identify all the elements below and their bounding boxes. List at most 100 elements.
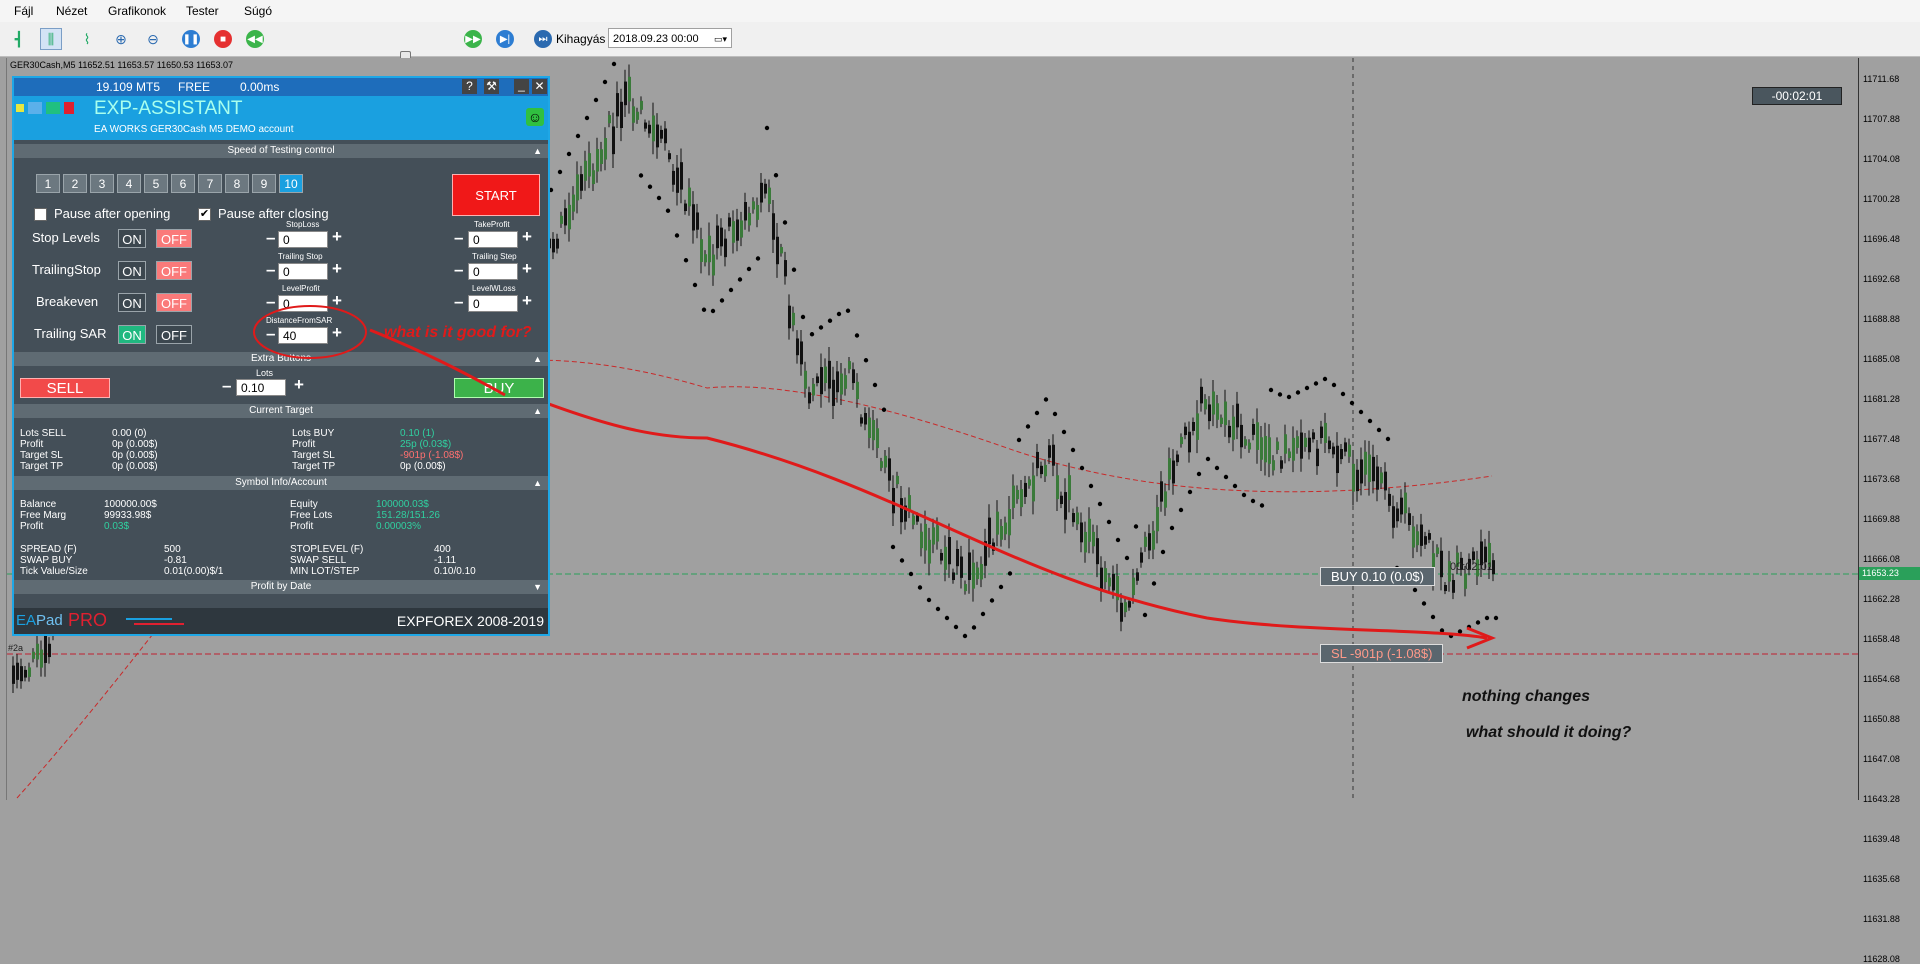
lots-input[interactable]: 0.10	[236, 379, 286, 396]
sar-dot	[683, 258, 689, 263]
smiley-status-icon[interactable]: ☺	[526, 108, 544, 126]
sar-dot	[1277, 392, 1283, 397]
trailing-stop-label: TrailingStop	[32, 262, 101, 277]
speed-btn-4[interactable]: 4	[117, 174, 141, 193]
speed-btn-6[interactable]: 6	[171, 174, 195, 193]
expand-arrow-icon[interactable]: ▼	[533, 580, 542, 594]
lots-minus[interactable]: –	[222, 376, 231, 396]
sell-button[interactable]: SELL	[20, 378, 110, 398]
menu-file[interactable]: Fájl	[14, 4, 33, 18]
skip-end-icon[interactable]: ▶|	[494, 28, 516, 50]
collapse-arrow-icon[interactable]: ▲	[533, 476, 542, 490]
stoploss-plus[interactable]: +	[332, 227, 342, 247]
profit-by-date-header[interactable]: Profit by Date ▼	[14, 580, 548, 594]
candle-body	[776, 236, 779, 265]
stop-icon[interactable]: ■	[212, 28, 234, 50]
candle-body	[976, 567, 979, 580]
stop-levels-on[interactable]: ON	[118, 229, 146, 248]
stop-levels-off[interactable]: OFF	[156, 229, 192, 248]
candle-body	[1096, 538, 1099, 565]
zoom-in-icon[interactable]: ⊕	[110, 28, 132, 50]
candle-body	[760, 182, 763, 203]
candle-body	[940, 552, 943, 561]
zoom-out-icon[interactable]: ⊖	[142, 28, 164, 50]
takeprofit-minus[interactable]: –	[454, 228, 463, 248]
speed-btn-3[interactable]: 3	[90, 174, 114, 193]
trailing-stop-off[interactable]: OFF	[156, 261, 192, 280]
close-button[interactable]: ✕	[532, 79, 547, 94]
candle-body	[816, 376, 819, 384]
symbol-info-header[interactable]: Symbol Info/Account ▲	[14, 476, 548, 490]
panel-title: EXP-ASSISTANT	[94, 98, 243, 119]
rewind-icon[interactable]: ◀◀	[244, 28, 266, 50]
speed-btn-2[interactable]: 2	[63, 174, 87, 193]
takeprofit-plus[interactable]: +	[522, 227, 532, 247]
toolbar: ┫ ⫼ ⌇ ⊕ ⊖ ❚❚ ■ ◀◀ ▶▶ ▶| ⏭ Kihagyás	[0, 22, 1920, 70]
line-chart-icon[interactable]: ⌇	[76, 28, 98, 50]
speed-btn-8[interactable]: 8	[225, 174, 249, 193]
speed-btn-1[interactable]: 1	[36, 174, 60, 193]
pause-opening-checkbox[interactable]	[34, 208, 47, 221]
trailing-sar-on[interactable]: ON	[118, 325, 146, 344]
candle-body	[580, 174, 583, 191]
candle-chart-icon[interactable]: ⫼	[40, 28, 62, 50]
breakeven-on[interactable]: ON	[118, 293, 146, 312]
menu-view[interactable]: Nézet	[56, 4, 87, 18]
candle-body	[1344, 442, 1347, 452]
lots-plus[interactable]: +	[294, 375, 304, 395]
pause-closing-checkbox[interactable]: ✔	[198, 208, 211, 221]
stoploss-minus[interactable]: –	[266, 228, 275, 248]
speed-btn-5[interactable]: 5	[144, 174, 168, 193]
levelwloss-plus[interactable]: +	[522, 291, 532, 311]
profit-buy-label: Profit	[292, 439, 316, 450]
stoploss-label[interactable]: SL -901p (-1.08$)	[1320, 644, 1444, 663]
sar-dot	[890, 544, 896, 550]
menu-help[interactable]: Súgó	[244, 4, 272, 18]
sar-dot	[773, 173, 779, 178]
menu-charts[interactable]: Grafikonok	[108, 4, 166, 18]
levelwloss-input[interactable]: 0	[468, 295, 518, 312]
skip-date-field[interactable]: 2018.09.23 00:00 ▭▾	[608, 28, 732, 48]
candle-body	[1108, 577, 1111, 587]
levelwloss-minus[interactable]: –	[454, 292, 463, 312]
minimize-button[interactable]: _	[514, 79, 529, 94]
candle-body	[1048, 445, 1051, 458]
calendar-dropdown-icon[interactable]: ▭▾	[714, 29, 727, 49]
candle-body	[1440, 550, 1443, 578]
help-button[interactable]: ?	[462, 79, 477, 94]
sar-dot	[575, 133, 581, 139]
trailing-step-minus[interactable]: –	[454, 260, 463, 280]
fast-forward-icon[interactable]: ▶▶	[462, 28, 484, 50]
buy-position-label[interactable]: BUY 0.10 (0.0$)	[1320, 567, 1435, 586]
price-axis-label: 11654.68	[1863, 674, 1900, 684]
breakeven-off[interactable]: OFF	[156, 293, 192, 312]
trailing-sar-off[interactable]: OFF	[156, 325, 192, 344]
bar-chart-icon[interactable]: ┫	[8, 28, 30, 50]
sar-dot	[1385, 436, 1391, 442]
candle-body	[1084, 531, 1087, 553]
candle-body	[1292, 437, 1295, 461]
speed-btn-7[interactable]: 7	[198, 174, 222, 193]
candle-body	[1144, 536, 1147, 547]
trailing-stop-input[interactable]: 0	[278, 263, 328, 280]
pause-icon[interactable]: ❚❚	[180, 28, 202, 50]
takeprofit-input[interactable]: 0	[468, 231, 518, 248]
trailing-stop-on[interactable]: ON	[118, 261, 146, 280]
brand-line-blue	[126, 618, 172, 620]
trailing-stop-minus[interactable]: –	[266, 260, 275, 280]
skip-icon[interactable]: ⏭	[532, 28, 554, 50]
trailing-step-input[interactable]: 0	[468, 263, 518, 280]
speed-btn-9[interactable]: 9	[252, 174, 276, 193]
candle-body	[1128, 601, 1131, 608]
menu-tester[interactable]: Tester	[186, 4, 219, 18]
tools-icon[interactable]: ⚒	[484, 79, 499, 94]
speed-section-header[interactable]: Speed of Testing control ▲	[14, 144, 548, 158]
start-button[interactable]: START	[452, 174, 540, 216]
candle-body	[1216, 403, 1219, 420]
trailing-stop-plus[interactable]: +	[332, 259, 342, 279]
trailing-step-plus[interactable]: +	[522, 259, 532, 279]
speed-btn-10[interactable]: 10	[279, 174, 303, 193]
acct-profit-pct-value: 0.00003%	[376, 521, 422, 532]
collapse-arrow-icon[interactable]: ▲	[533, 144, 542, 158]
stoploss-input[interactable]: 0	[278, 231, 328, 248]
